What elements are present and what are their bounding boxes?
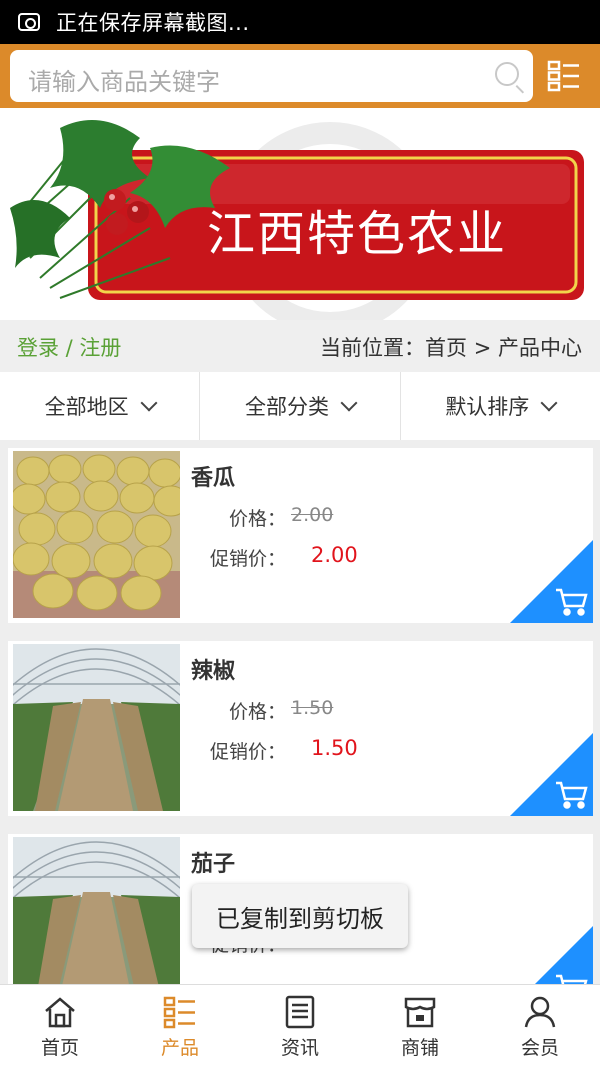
status-text: 正在保存屏幕截图...	[56, 11, 250, 35]
nav-label: 资讯	[280, 1037, 319, 1059]
bottom-nav: 首页 产品 资讯 商铺 会员	[0, 984, 600, 1067]
nav-home[interactable]: 首页	[0, 985, 120, 1067]
original-price: 2.00	[291, 504, 334, 526]
promo-price: 1.50	[311, 736, 358, 760]
filter-region[interactable]: 全部地区	[0, 372, 201, 440]
filter-label: 全部地区	[44, 395, 129, 419]
chevron-down-icon	[340, 394, 358, 412]
login-register-link[interactable]: 登录 / 注册	[17, 332, 121, 362]
add-to-cart-button[interactable]	[510, 733, 593, 816]
product-card[interactable]: 香瓜 价格： 2.00 促销价： 2.00	[8, 448, 593, 623]
filter-label: 全部分类	[244, 395, 329, 419]
status-bar: 正在保存屏幕截图...	[0, 0, 600, 44]
nav-products[interactable]: 产品	[120, 985, 240, 1067]
filter-category[interactable]: 全部分类	[200, 372, 401, 440]
price-label: 价格：	[229, 508, 287, 530]
home-icon	[45, 997, 75, 1028]
chevron-down-icon	[140, 394, 158, 412]
promo-price-label: 促销价：	[210, 741, 287, 763]
original-price: 1.50	[291, 697, 334, 719]
screenshot-icon	[18, 13, 40, 31]
nav-member[interactable]: 会员	[480, 985, 600, 1067]
breadcrumb-bar: 登录 / 注册 当前位置：首页 > 产品中心	[0, 320, 600, 372]
product-name[interactable]: 辣椒	[191, 653, 235, 685]
nav-label: 商铺	[400, 1037, 439, 1059]
breadcrumb: 当前位置：首页 > 产品中心	[320, 336, 582, 360]
promo-price-label: 促销价：	[210, 548, 287, 570]
banner-title: 江西特色农业	[207, 206, 508, 262]
filter-sort[interactable]: 默认排序	[401, 372, 600, 440]
nav-label: 产品	[160, 1037, 199, 1059]
news-icon	[285, 995, 315, 1029]
promo-price: 2.00	[311, 543, 358, 567]
product-list-icon	[163, 996, 195, 1029]
header: 请输入商品关键字	[0, 44, 600, 108]
greenhouse-photo	[13, 644, 180, 811]
nav-label: 首页	[40, 1037, 79, 1059]
nav-label: 会员	[520, 1037, 559, 1059]
melon-photo	[13, 451, 180, 618]
category-menu-icon[interactable]	[547, 60, 581, 92]
product-card[interactable]: 辣椒 价格： 1.50 促销价： 1.50	[8, 641, 593, 816]
search-placeholder: 请输入商品关键字	[28, 68, 220, 96]
filter-bar: 全部地区 全部分类 默认排序	[0, 372, 600, 440]
add-to-cart-button[interactable]	[510, 540, 593, 623]
nav-shop[interactable]: 商铺	[360, 985, 480, 1067]
greenhouse-photo	[13, 837, 180, 1004]
banner[interactable]: 江西特色农业	[0, 108, 600, 320]
product-name[interactable]: 香瓜	[191, 460, 235, 492]
nav-news[interactable]: 资讯	[240, 985, 360, 1067]
filter-label: 默认排序	[445, 395, 530, 419]
search-input[interactable]: 请输入商品关键字	[10, 50, 533, 102]
chevron-down-icon	[540, 394, 558, 412]
copied-toast: 已复制到剪切板	[192, 884, 408, 948]
product-name[interactable]: 茄子	[191, 846, 235, 878]
member-icon	[524, 996, 556, 1028]
price-label: 价格：	[229, 701, 287, 723]
search-icon[interactable]	[495, 62, 519, 86]
shop-icon	[404, 997, 436, 1028]
